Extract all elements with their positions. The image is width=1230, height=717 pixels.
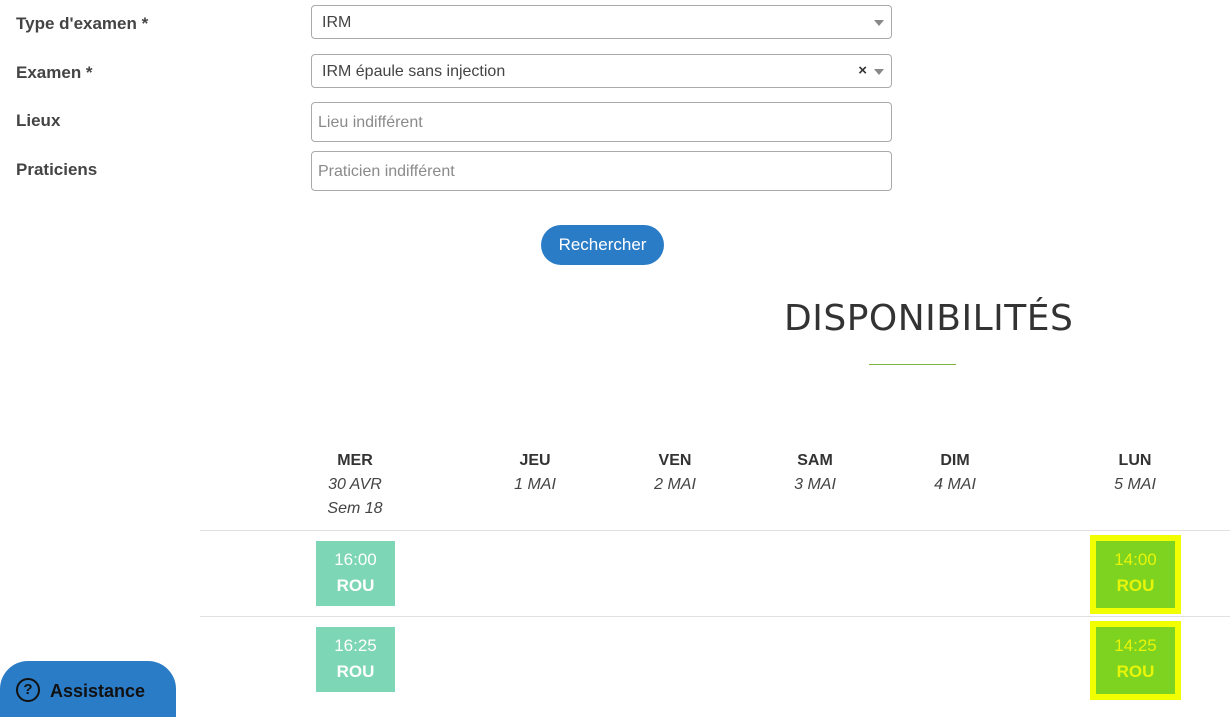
slot-time: 14:00 bbox=[1114, 550, 1157, 569]
day-column-lun: LUN 5 MAI bbox=[1075, 452, 1195, 494]
slot-code: ROU bbox=[336, 576, 375, 595]
day-date: 3 MAI bbox=[794, 476, 836, 493]
day-name: LUN bbox=[1118, 452, 1152, 469]
examen-label: Examen * bbox=[16, 63, 93, 82]
slot-time: 16:00 bbox=[334, 550, 377, 569]
examen-select[interactable]: IRM épaule sans injection × bbox=[311, 54, 892, 88]
day-week: Sem 18 bbox=[327, 500, 383, 517]
type-examen-select[interactable]: IRM bbox=[311, 5, 892, 39]
day-name: VEN bbox=[658, 452, 692, 469]
row-divider bbox=[200, 616, 1230, 617]
day-name: JEU bbox=[519, 452, 551, 469]
lieux-placeholder: Lieu indifférent bbox=[318, 114, 423, 131]
time-slot[interactable]: 16:00 ROU bbox=[316, 541, 395, 606]
slot-time: 14:25 bbox=[1114, 636, 1157, 655]
day-name: MER bbox=[337, 452, 373, 469]
type-examen-value: IRM bbox=[322, 14, 352, 31]
praticiens-placeholder: Praticien indifférent bbox=[318, 163, 455, 180]
clear-icon[interactable]: × bbox=[858, 62, 867, 79]
praticiens-label: Praticiens bbox=[16, 160, 98, 179]
day-date: 4 MAI bbox=[934, 476, 976, 493]
day-name: DIM bbox=[940, 452, 970, 469]
question-circle-icon: ? bbox=[16, 678, 40, 702]
chevron-down-icon[interactable] bbox=[874, 20, 884, 26]
chevron-down-icon[interactable] bbox=[874, 69, 884, 75]
lieux-input[interactable]: Lieu indifférent bbox=[311, 102, 892, 142]
slot-code: ROU bbox=[336, 662, 375, 681]
praticiens-input[interactable]: Praticien indifférent bbox=[311, 151, 892, 191]
day-date: 2 MAI bbox=[654, 476, 696, 493]
assistance-label: Assistance bbox=[50, 681, 146, 701]
type-examen-label: Type d'examen * bbox=[16, 14, 149, 33]
examen-value: IRM épaule sans injection bbox=[322, 63, 506, 80]
time-slot[interactable]: 16:25 ROU bbox=[316, 627, 395, 692]
time-slot-highlighted[interactable]: 14:25 ROU bbox=[1090, 621, 1181, 700]
title-underline bbox=[869, 364, 956, 365]
page-title: DISPONIBILITÉS bbox=[784, 298, 1074, 339]
day-column-ven: VEN 2 MAI bbox=[615, 452, 735, 494]
time-slot-highlighted[interactable]: 14:00 ROU bbox=[1090, 535, 1181, 614]
day-column-sam: SAM 3 MAI bbox=[755, 452, 875, 494]
day-name: SAM bbox=[797, 452, 833, 469]
lieux-label: Lieux bbox=[16, 111, 61, 130]
day-date: 1 MAI bbox=[514, 476, 556, 493]
day-column-mer: MER 30 AVR Sem 18 bbox=[295, 452, 415, 518]
rechercher-button[interactable]: Rechercher bbox=[541, 225, 664, 265]
day-column-dim: DIM 4 MAI bbox=[895, 452, 1015, 494]
slot-code: ROU bbox=[1116, 662, 1155, 681]
row-divider bbox=[200, 530, 1230, 531]
slot-code: ROU bbox=[1116, 576, 1155, 595]
day-date: 5 MAI bbox=[1114, 476, 1156, 493]
day-date: 30 AVR bbox=[328, 476, 382, 493]
assistance-button[interactable]: ? Assistance bbox=[0, 661, 176, 717]
slot-time: 16:25 bbox=[334, 636, 377, 655]
day-column-jeu: JEU 1 MAI bbox=[475, 452, 595, 494]
